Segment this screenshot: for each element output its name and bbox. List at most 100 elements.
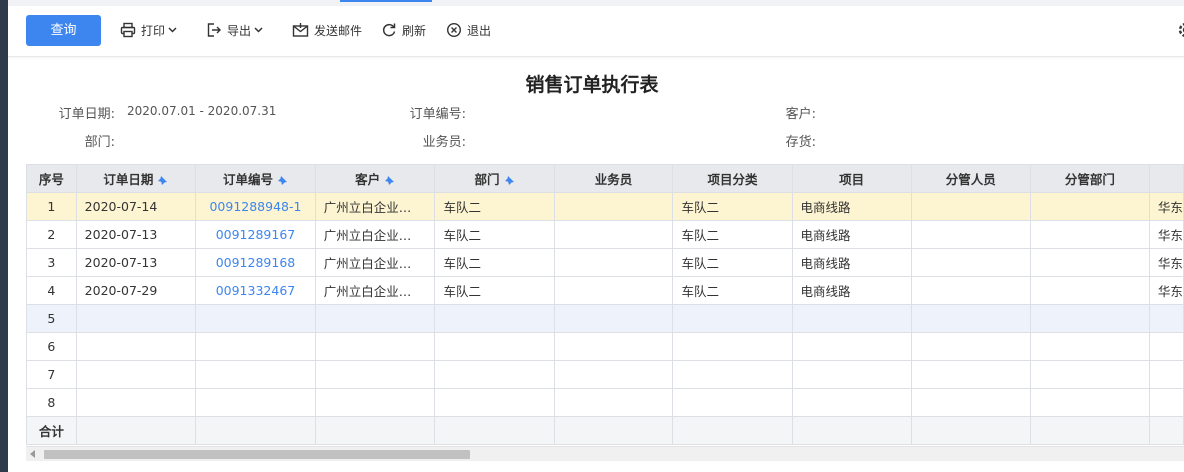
cell-customer: 广州立白企业…	[314, 192, 436, 221]
empty-row[interactable]: 6	[26, 332, 1184, 361]
order-no-link[interactable]: 0091289168	[195, 248, 316, 277]
col-header-order-no[interactable]: 订单编号	[195, 164, 316, 193]
chevron-down-icon	[168, 27, 177, 33]
print-menu-button[interactable]: 打印	[120, 19, 177, 41]
chevron-down-icon	[254, 27, 263, 33]
order-date-value: 2020.07.01 - 2020.07.31	[127, 104, 277, 118]
order-date-label: 订单日期:	[58, 107, 115, 122]
cell-region: 华东	[1148, 276, 1184, 305]
total-label: 合计	[26, 416, 77, 445]
col-header-customer[interactable]: 客户	[314, 164, 436, 193]
cell-manager-dept	[1029, 276, 1150, 305]
pin-icon[interactable]	[384, 174, 395, 189]
cell-manager-dept	[1029, 248, 1150, 277]
cell-salesman	[553, 276, 674, 305]
cell-order-date: 2020-07-14	[75, 192, 197, 221]
pin-icon[interactable]	[157, 174, 168, 189]
col-header-project-category[interactable]: 项目分类	[672, 164, 793, 193]
export-icon	[206, 22, 222, 38]
cell-project-category: 车队二	[672, 276, 793, 305]
pin-icon[interactable]	[504, 174, 515, 189]
cell-dept: 车队二	[434, 248, 555, 277]
col-header-dept[interactable]: 部门	[434, 164, 555, 193]
cell-dept: 车队二	[434, 276, 555, 305]
cell-index: 4	[26, 276, 77, 305]
refresh-button[interactable]: 刷新	[381, 19, 426, 41]
cell-index: 3	[26, 248, 77, 277]
exit-button[interactable]: 退出	[446, 19, 491, 41]
export-label: 导出	[227, 23, 252, 38]
table-row[interactable]: 1 2020-07-14 0091288948-1 广州立白企业… 车队二 车队…	[26, 192, 1184, 221]
cell-index: 7	[26, 360, 77, 389]
table-row[interactable]: 3 2020-07-13 0091289168 广州立白企业… 车队二 车队二 …	[26, 248, 1184, 277]
cell-region: 华东	[1148, 220, 1184, 249]
cell-project: 电商线路	[791, 248, 912, 277]
table-row[interactable]: 2 2020-07-13 0091289167 广州立白企业… 车队二 车队二 …	[26, 220, 1184, 249]
cell-region: 华东	[1148, 248, 1184, 277]
total-row: 合计	[26, 416, 1184, 445]
order-no-link[interactable]: 0091332467	[195, 276, 316, 305]
cell-manager	[910, 276, 1031, 305]
cell-project-category: 车队二	[672, 192, 793, 221]
cell-salesman	[553, 248, 674, 277]
cell-index: 5	[26, 304, 77, 333]
cell-customer: 广州立白企业…	[314, 248, 436, 277]
col-header-salesman[interactable]: 业务员	[553, 164, 674, 193]
col-header-project[interactable]: 项目	[791, 164, 912, 193]
cell-index: 6	[26, 332, 77, 361]
cell-customer: 广州立白企业…	[314, 220, 436, 249]
col-header-index[interactable]: 序号	[26, 164, 77, 193]
order-no-link[interactable]: 0091289167	[195, 220, 316, 249]
scrollbar-thumb[interactable]	[44, 450, 470, 459]
refresh-label: 刷新	[402, 23, 427, 38]
cell-manager-dept	[1029, 192, 1150, 221]
salesman-label: 业务员:	[422, 135, 466, 150]
cell-index: 1	[26, 192, 77, 221]
cell-order-date: 2020-07-13	[75, 248, 197, 277]
cell-salesman	[553, 220, 674, 249]
col-header-order-date[interactable]: 订单日期	[75, 164, 197, 193]
send-email-label: 发送邮件	[314, 23, 363, 38]
cell-order-date: 2020-07-29	[75, 276, 197, 305]
cell-dept: 车队二	[434, 192, 555, 221]
cell-project-category: 车队二	[672, 220, 793, 249]
toolbar: 查询 打印 导出 发送邮件 刷新 退出	[8, 6, 1184, 57]
table-row[interactable]: 4 2020-07-29 0091332467 广州立白企业… 车队二 车队二 …	[26, 276, 1184, 305]
active-tab-indicator	[340, 0, 432, 2]
gear-icon[interactable]	[1174, 21, 1184, 43]
empty-row[interactable]: 5	[26, 304, 1184, 333]
cell-project-category: 车队二	[672, 248, 793, 277]
send-email-button[interactable]: 发送邮件	[292, 19, 362, 41]
cell-index: 8	[26, 388, 77, 417]
col-header-manager[interactable]: 分管人员	[910, 164, 1031, 193]
horizontal-scrollbar[interactable]	[26, 446, 1184, 461]
cell-manager-dept	[1029, 220, 1150, 249]
printer-icon	[120, 22, 136, 38]
order-no-label: 订单编号:	[409, 107, 466, 122]
email-icon	[292, 22, 309, 38]
order-no-link[interactable]: 0091288948-1	[195, 192, 316, 221]
cell-region: 华东	[1148, 192, 1184, 221]
report-title: 销售订单执行表	[525, 74, 659, 96]
cell-index: 2	[26, 220, 77, 249]
customer-label: 客户:	[785, 107, 816, 122]
table-header-row: 序号 订单日期 订单编号 客户 部门 业务员 项目分类 项目 分管人员 分管部门	[26, 164, 1184, 193]
pin-icon[interactable]	[277, 174, 288, 189]
query-button[interactable]: 查询	[26, 15, 101, 46]
cell-customer: 广州立白企业…	[314, 276, 436, 305]
export-menu-button[interactable]: 导出	[206, 19, 263, 41]
col-header-region[interactable]	[1148, 164, 1184, 193]
cell-order-date: 2020-07-13	[75, 220, 197, 249]
col-header-manager-dept[interactable]: 分管部门	[1029, 164, 1150, 193]
empty-row[interactable]: 7	[26, 360, 1184, 389]
cell-salesman	[553, 192, 674, 221]
cell-manager	[910, 192, 1031, 221]
cell-project: 电商线路	[791, 192, 912, 221]
scroll-left-arrow-icon[interactable]	[30, 450, 35, 458]
empty-row[interactable]: 8	[26, 388, 1184, 417]
refresh-icon	[381, 22, 397, 38]
exit-label: 退出	[467, 23, 492, 38]
print-label: 打印	[141, 23, 166, 38]
cell-dept: 车队二	[434, 220, 555, 249]
dept-label: 部门:	[84, 135, 115, 150]
